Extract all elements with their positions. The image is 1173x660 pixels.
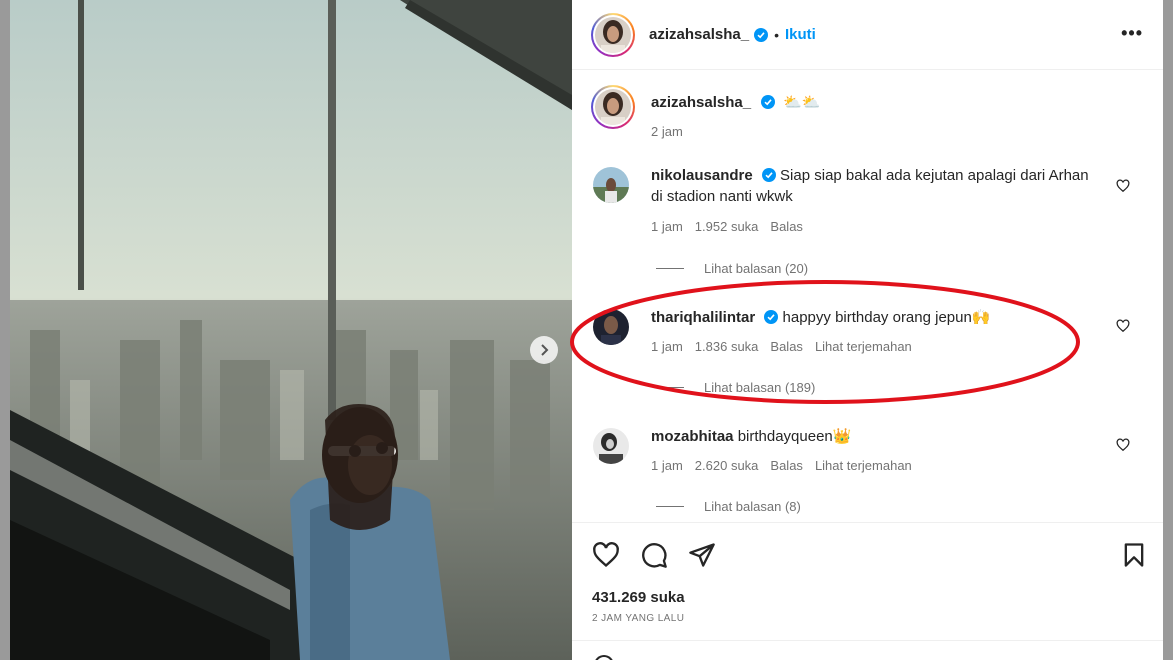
commenter-avatar[interactable] <box>593 167 629 203</box>
view-replies-button[interactable]: Lihat balasan (8) <box>656 499 801 514</box>
photo-image <box>10 0 572 660</box>
comment-time: 1 jam <box>651 339 683 354</box>
caption-username[interactable]: azizahsalsha_ <box>651 94 751 111</box>
follow-button[interactable]: Ikuti <box>785 26 816 43</box>
reply-button[interactable]: Balas <box>770 458 803 473</box>
verified-badge-icon <box>760 95 775 109</box>
heart-icon[interactable] <box>1116 438 1130 452</box>
caption-avatar[interactable] <box>591 85 635 129</box>
separator-dot: • <box>774 26 779 43</box>
commenter-avatar[interactable] <box>593 309 629 345</box>
heart-icon[interactable] <box>592 541 620 569</box>
replies-divider <box>656 268 684 269</box>
view-replies-label: Lihat balasan (8) <box>704 499 801 514</box>
comment-icon[interactable] <box>640 541 668 569</box>
reply-button[interactable]: Balas <box>770 219 803 234</box>
verified-badge-icon <box>764 310 779 324</box>
bookmark-icon[interactable] <box>1120 541 1148 569</box>
author-username[interactable]: azizahsalsha_ <box>649 26 749 43</box>
heart-icon[interactable] <box>1116 319 1130 333</box>
avatar-image <box>595 16 631 53</box>
view-replies-label: Lihat balasan (189) <box>704 380 816 395</box>
emoji-icon[interactable] <box>594 655 614 660</box>
chevron-right-icon <box>541 344 549 356</box>
view-replies-button[interactable]: Lihat balasan (20) <box>656 261 808 276</box>
verified-badge-icon <box>761 168 776 182</box>
window-frame-right <box>1163 0 1173 660</box>
post-actions: 431.269 suka 2 JAM YANG LALU <box>572 522 1163 660</box>
see-translation-button[interactable]: Lihat terjemahan <box>815 339 912 354</box>
paper-plane-icon[interactable] <box>688 541 716 569</box>
comments-section[interactable]: azizahsalsha_ ⛅⛅ 2 jam nikolausandre Sia <box>572 71 1163 521</box>
comment-text: happyy birthday orang jepun🙌 <box>782 309 991 326</box>
comment-time: 1 jam <box>651 458 683 473</box>
view-replies-button[interactable]: Lihat balasan (189) <box>656 380 815 395</box>
heart-icon[interactable] <box>1116 179 1130 193</box>
view-replies-label: Lihat balasan (20) <box>704 261 809 276</box>
comment-time: 1 jam <box>651 219 683 234</box>
comment-username[interactable]: nikolausandre <box>651 167 753 184</box>
caption-text: ⛅⛅ <box>782 94 821 111</box>
window-frame-left <box>0 0 10 660</box>
comment-meta: 1 jam 2.620 suka Balas Lihat terjemahan <box>651 458 912 473</box>
post-photo[interactable] <box>10 0 572 660</box>
commenter-avatar[interactable] <box>593 428 629 464</box>
post-caption: azizahsalsha_ ⛅⛅ 2 jam <box>591 85 820 139</box>
comment-meta: 1 jam 1.836 suka Balas Lihat terjemahan <box>651 339 912 354</box>
more-options-icon[interactable]: ••• <box>1121 23 1143 44</box>
author-avatar[interactable] <box>591 12 635 57</box>
see-translation-button[interactable]: Lihat terjemahan <box>815 458 912 473</box>
reply-button[interactable]: Balas <box>770 339 803 354</box>
caption-time: 2 jam <box>651 124 683 139</box>
comment-meta: 1 jam 1.952 suka Balas <box>651 219 803 234</box>
add-comment-bar[interactable] <box>572 640 1163 660</box>
replies-divider <box>656 387 684 388</box>
post-header: azizahsalsha_ • Ikuti ••• <box>572 0 1163 70</box>
like-count[interactable]: 431.269 suka <box>592 589 685 606</box>
verified-badge-icon <box>754 27 769 42</box>
comment-likes[interactable]: 1.836 suka <box>695 339 759 354</box>
post-panel: azizahsalsha_ • Ikuti ••• azizahsalsha_ <box>572 0 1163 660</box>
avatar-image <box>595 89 631 125</box>
comment-likes[interactable]: 1.952 suka <box>695 219 759 234</box>
next-photo-button[interactable] <box>530 336 558 364</box>
comment-text: birthdayqueen👑 <box>737 428 852 445</box>
replies-divider <box>656 506 684 507</box>
comment-likes[interactable]: 2.620 suka <box>695 458 759 473</box>
comment-username[interactable]: thariqhalilintar <box>651 309 755 326</box>
post-timestamp: 2 JAM YANG LALU <box>592 613 685 624</box>
comment-username[interactable]: mozabhitaa <box>651 428 734 445</box>
